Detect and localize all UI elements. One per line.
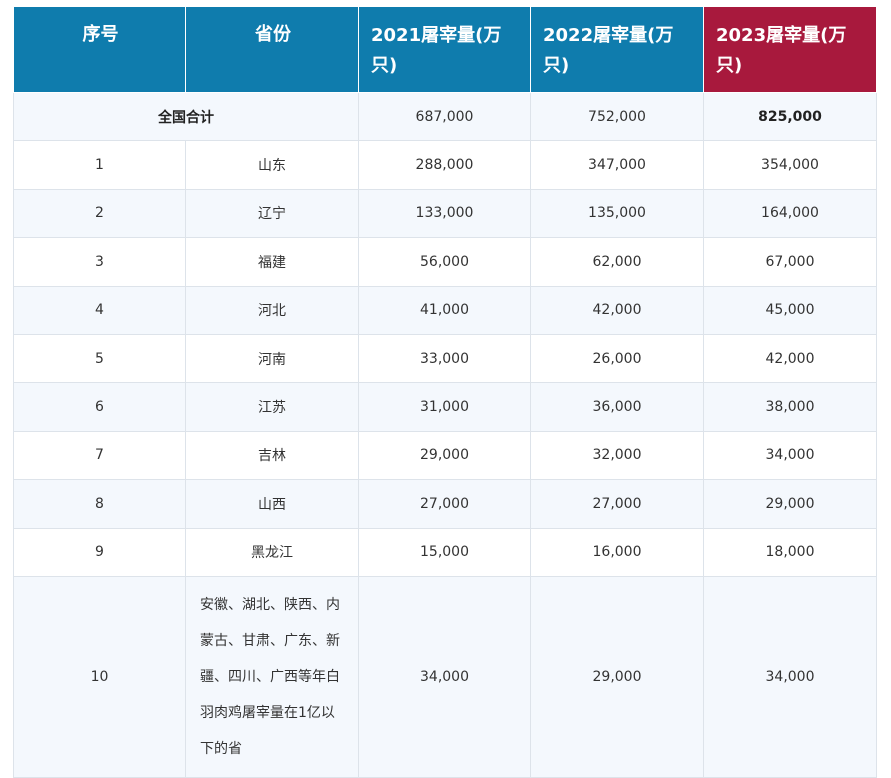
table-row: 7 吉林 29,000 32,000 34,000 (13, 430, 877, 481)
table-row: 5 河南 33,000 26,000 42,000 (13, 333, 877, 384)
row-2022: 42,000 (530, 285, 704, 335)
row-province: 吉林 (185, 430, 359, 481)
table-row: 4 河北 41,000 42,000 45,000 (13, 285, 877, 335)
row-2023: 34,000 (703, 430, 877, 481)
row-2022: 62,000 (530, 237, 704, 287)
total-label: 全国合计 (13, 91, 359, 142)
row-province: 安徽、湖北、陕西、内蒙古、甘肃、广东、新疆、四川、广西等年白羽肉鸡屠宰量在1亿以… (185, 575, 359, 778)
header-province: 省份 (185, 6, 359, 93)
row-2022: 27,000 (530, 479, 704, 529)
row-2021: 29,000 (358, 430, 531, 481)
table-row: 8 山西 27,000 27,000 29,000 (13, 479, 877, 529)
row-2022: 29,000 (530, 575, 704, 778)
row-2023: 354,000 (703, 140, 877, 190)
row-province: 福建 (185, 237, 359, 287)
row-2023: 34,000 (703, 575, 877, 778)
header-2023: 2023屠宰量(万只) (703, 6, 877, 93)
row-province: 山西 (185, 479, 359, 529)
table-row: 1 山东 288,000 347,000 354,000 (13, 140, 877, 190)
row-2023: 29,000 (703, 479, 877, 529)
row-province: 辽宁 (185, 188, 359, 239)
slaughter-volume-table: 序号 省份 2021屠宰量(万只) 2022屠宰量(万只) 2023屠宰量(万只… (13, 6, 877, 778)
row-2021: 33,000 (358, 333, 531, 384)
row-2022: 26,000 (530, 333, 704, 384)
table-row: 10 安徽、湖北、陕西、内蒙古、甘肃、广东、新疆、四川、广西等年白羽肉鸡屠宰量在… (13, 575, 877, 778)
row-index: 8 (13, 479, 186, 529)
row-province: 山东 (185, 140, 359, 190)
row-index: 9 (13, 527, 186, 577)
header-row: 序号 省份 2021屠宰量(万只) 2022屠宰量(万只) 2023屠宰量(万只… (13, 6, 877, 93)
row-index: 6 (13, 382, 186, 432)
total-2023: 825,000 (703, 91, 877, 142)
row-2021: 133,000 (358, 188, 531, 239)
row-2021: 288,000 (358, 140, 531, 190)
table-row: 3 福建 56,000 62,000 67,000 (13, 237, 877, 287)
row-province: 黑龙江 (185, 527, 359, 577)
row-2022: 36,000 (530, 382, 704, 432)
row-2023: 18,000 (703, 527, 877, 577)
row-2021: 41,000 (358, 285, 531, 335)
row-index: 3 (13, 237, 186, 287)
row-2022: 135,000 (530, 188, 704, 239)
row-2021: 27,000 (358, 479, 531, 529)
row-index: 2 (13, 188, 186, 239)
table-row: 9 黑龙江 15,000 16,000 18,000 (13, 527, 877, 577)
row-index: 1 (13, 140, 186, 190)
row-index: 5 (13, 333, 186, 384)
table-row: 6 江苏 31,000 36,000 38,000 (13, 382, 877, 432)
row-2021: 56,000 (358, 237, 531, 287)
row-province: 江苏 (185, 382, 359, 432)
row-2021: 34,000 (358, 575, 531, 778)
row-2022: 16,000 (530, 527, 704, 577)
total-2021: 687,000 (358, 91, 531, 142)
header-2022: 2022屠宰量(万只) (530, 6, 704, 93)
row-index: 4 (13, 285, 186, 335)
total-row: 全国合计 687,000 752,000 825,000 (13, 91, 877, 142)
row-2023: 67,000 (703, 237, 877, 287)
slaughter-table-container: 序号 省份 2021屠宰量(万只) 2022屠宰量(万只) 2023屠宰量(万只… (13, 6, 877, 778)
table-row: 2 辽宁 133,000 135,000 164,000 (13, 188, 877, 239)
row-2022: 347,000 (530, 140, 704, 190)
row-2021: 15,000 (358, 527, 531, 577)
row-2022: 32,000 (530, 430, 704, 481)
row-2023: 164,000 (703, 188, 877, 239)
header-index: 序号 (13, 6, 186, 93)
row-index: 7 (13, 430, 186, 481)
row-2023: 38,000 (703, 382, 877, 432)
total-2022: 752,000 (530, 91, 704, 142)
row-2023: 45,000 (703, 285, 877, 335)
header-2021: 2021屠宰量(万只) (358, 6, 531, 93)
row-2021: 31,000 (358, 382, 531, 432)
row-province: 河北 (185, 285, 359, 335)
row-2023: 42,000 (703, 333, 877, 384)
row-index: 10 (13, 575, 186, 778)
row-province: 河南 (185, 333, 359, 384)
